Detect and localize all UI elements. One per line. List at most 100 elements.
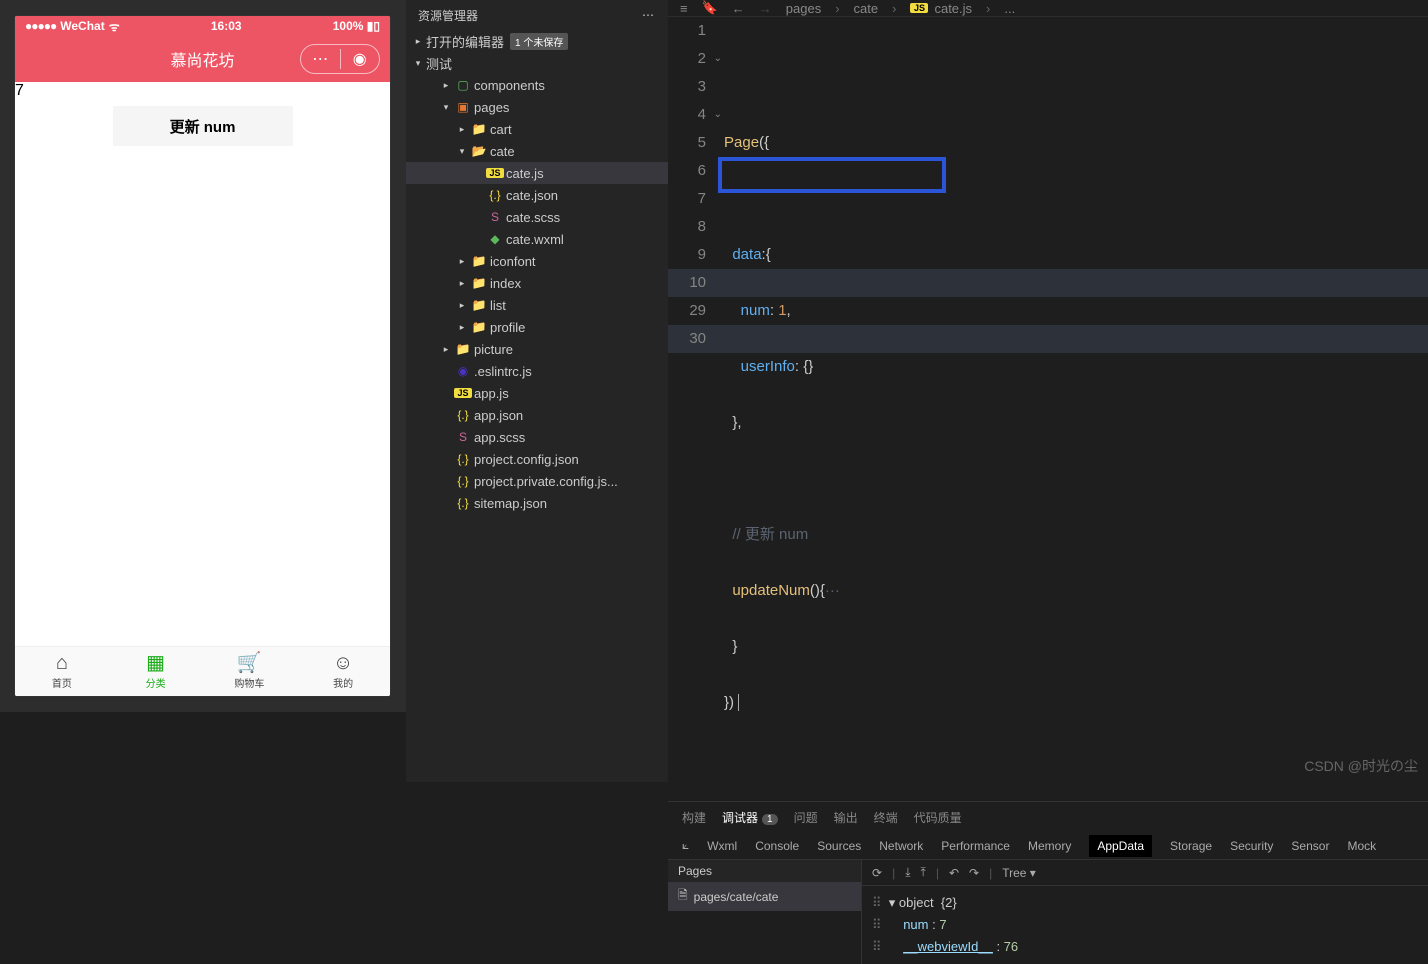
sync-down-icon[interactable]: ⤓ bbox=[905, 865, 910, 880]
battery-icon: ▮▯ bbox=[367, 19, 380, 33]
dtab-console[interactable]: Console bbox=[755, 835, 799, 857]
tree-item-app-scss[interactable]: Sapp.scss bbox=[406, 426, 668, 448]
tab-cart[interactable]: 🛒购物车 bbox=[203, 647, 297, 696]
chevron-icon: ▸ bbox=[454, 300, 470, 311]
tab-mine[interactable]: ☺我的 bbox=[296, 647, 390, 696]
category-icon: ▦ bbox=[146, 653, 165, 673]
chevron-icon: ▾ bbox=[454, 146, 470, 157]
crumb-pages[interactable]: pages bbox=[786, 1, 821, 16]
scss-icon: S bbox=[486, 210, 504, 224]
file-tree: ▸ 打开的编辑器 1 个未保存 ▾ 测试 ▸▢components▾▣pages… bbox=[406, 30, 668, 514]
json-icon: {.} bbox=[454, 408, 472, 422]
tab-debugger[interactable]: 调试器1 bbox=[722, 809, 778, 826]
open-editors-section[interactable]: ▸ 打开的编辑器 1 个未保存 bbox=[406, 30, 668, 52]
chevron-icon: ▾ bbox=[438, 102, 454, 113]
tree-item-app-js[interactable]: JSapp.js bbox=[406, 382, 668, 404]
editor-topbar: ≡ 🔖 ← → pages› cate› JScate.js› ... bbox=[668, 0, 1428, 17]
dtab-wxml[interactable]: Wxml bbox=[707, 835, 737, 857]
list-icon[interactable]: ≡ bbox=[680, 1, 688, 16]
tree-item-index[interactable]: ▸📁index bbox=[406, 272, 668, 294]
inspect-icon[interactable]: ⟀ bbox=[682, 838, 689, 853]
tab-home[interactable]: ⌂首页 bbox=[15, 647, 109, 696]
back-icon[interactable]: ← bbox=[732, 1, 745, 16]
bottom-tabs: 构建 调试器1 问题 输出 终端 代码质量 bbox=[668, 802, 1428, 832]
tree-item-project-private-config-js-[interactable]: {.}project.private.config.js... bbox=[406, 470, 668, 492]
forward-icon[interactable]: → bbox=[759, 1, 772, 16]
tab-build[interactable]: 构建 bbox=[682, 809, 706, 826]
tree-item-app-json[interactable]: {.}app.json bbox=[406, 404, 668, 426]
tree-item-components[interactable]: ▸▢components bbox=[406, 74, 668, 96]
dtab-network[interactable]: Network bbox=[879, 835, 923, 857]
grip-icon[interactable]: ⠿ bbox=[872, 917, 882, 932]
grip-icon[interactable]: ⠿ bbox=[872, 895, 882, 910]
dtab-mock[interactable]: Mock bbox=[1347, 835, 1376, 857]
code-content[interactable]: Page({ data:{ num: 1, userInfo: {} }, //… bbox=[724, 17, 1428, 801]
editor-area: ≡ 🔖 ← → pages› cate› JScate.js› ... 12⌄3… bbox=[668, 0, 1428, 782]
status-battery: 100% ▮▯ bbox=[333, 19, 380, 33]
explorer-more-icon[interactable]: ⋯ bbox=[642, 8, 656, 22]
sim-frame: ●●●●● WeChatᯤ 16:03 100% ▮▯ 慕尚花坊 ⋯ ◉ 7 更… bbox=[15, 16, 390, 696]
view-mode-select[interactable]: Tree ▾ bbox=[1002, 866, 1036, 880]
dtab-sensor[interactable]: Sensor bbox=[1291, 835, 1329, 857]
crumb-cate[interactable]: cate bbox=[854, 1, 879, 16]
tree-item-profile[interactable]: ▸📁profile bbox=[406, 316, 668, 338]
tab-output[interactable]: 输出 bbox=[834, 809, 858, 826]
update-num-button[interactable]: 更新 num bbox=[113, 106, 293, 146]
status-time: 16:03 bbox=[211, 19, 242, 33]
chevron-icon: ▸ bbox=[438, 344, 454, 355]
grip-icon[interactable]: ⠿ bbox=[872, 939, 882, 954]
undo-icon[interactable]: ↶ bbox=[949, 866, 959, 880]
dtab-security[interactable]: Security bbox=[1230, 835, 1273, 857]
capsule-close-icon[interactable]: ◉ bbox=[341, 49, 380, 69]
fold-icon[interactable]: ⌄ bbox=[714, 101, 722, 129]
folder-icon: 📁 bbox=[470, 122, 488, 136]
dtab-sources[interactable]: Sources bbox=[817, 835, 861, 857]
crumb-file[interactable]: JScate.js bbox=[910, 1, 972, 16]
tab-category[interactable]: ▦分类 bbox=[109, 647, 203, 696]
tab-bar: ⌂首页 ▦分类 🛒购物车 ☺我的 bbox=[15, 646, 390, 696]
dtab-storage[interactable]: Storage bbox=[1170, 835, 1212, 857]
tree-item-list[interactable]: ▸📁list bbox=[406, 294, 668, 316]
tree-item-project-config-json[interactable]: {.}project.config.json bbox=[406, 448, 668, 470]
crumb-trail: ... bbox=[1004, 1, 1015, 16]
tree-item-cate-json[interactable]: {.}cate.json bbox=[406, 184, 668, 206]
dtab-appdata[interactable]: AppData bbox=[1089, 835, 1152, 857]
chevron-icon: ▸ bbox=[454, 278, 470, 289]
folder-icon: 📁 bbox=[454, 342, 472, 356]
folder-icon: 📁 bbox=[470, 276, 488, 290]
tree-item-cate-js[interactable]: JScate.js bbox=[406, 162, 668, 184]
tab-terminal[interactable]: 终端 bbox=[874, 809, 898, 826]
dtab-performance[interactable]: Performance bbox=[941, 835, 1010, 857]
dtab-memory[interactable]: Memory bbox=[1028, 835, 1071, 857]
sync-up-icon[interactable]: ⤒ bbox=[921, 865, 926, 880]
pages-icon: ▣ bbox=[454, 100, 472, 114]
tab-problems[interactable]: 问题 bbox=[794, 809, 818, 826]
tree-item--eslintrc-js[interactable]: ◉.eslintrc.js bbox=[406, 360, 668, 382]
status-bar: ●●●●● WeChatᯤ 16:03 100% ▮▯ bbox=[15, 16, 390, 36]
tree-item-cart[interactable]: ▸📁cart bbox=[406, 118, 668, 140]
tree-item-pages[interactable]: ▾▣pages bbox=[406, 96, 668, 118]
appdata-tree[interactable]: ⠿ ▾ object {2} ⠿ num : 7 ⠿ __webviewId__… bbox=[862, 886, 1428, 964]
tree-item-cate-scss[interactable]: Scate.scss bbox=[406, 206, 668, 228]
capsule-menu-icon[interactable]: ⋯ bbox=[301, 49, 341, 69]
signal-icon: ●●●●● bbox=[25, 19, 56, 33]
appdata-column: ⟳ | ⤓ ⤒ | ↶ ↷ | Tree ▾ ⠿ ▾ object {2} ⠿ … bbox=[862, 860, 1428, 964]
simulator-panel: ●●●●● WeChatᯤ 16:03 100% ▮▯ 慕尚花坊 ⋯ ◉ 7 更… bbox=[0, 0, 406, 712]
json-icon: {.} bbox=[454, 496, 472, 510]
bookmark-icon[interactable]: 🔖 bbox=[702, 0, 718, 16]
fold-icon[interactable]: ⌄ bbox=[714, 45, 722, 73]
tree-item-cate[interactable]: ▾📂cate bbox=[406, 140, 668, 162]
tree-item-iconfont[interactable]: ▸📁iconfont bbox=[406, 250, 668, 272]
chevron-icon: ▸ bbox=[454, 322, 470, 333]
cart-icon: 🛒 bbox=[237, 653, 262, 673]
tab-quality[interactable]: 代码质量 bbox=[914, 809, 962, 826]
page-row-active[interactable]: 🗎pages/cate/cate bbox=[668, 882, 861, 911]
redo-icon[interactable]: ↷ bbox=[969, 866, 979, 880]
tree-item-picture[interactable]: ▸📁picture bbox=[406, 338, 668, 360]
eslint-icon: ◉ bbox=[454, 364, 472, 378]
refresh-icon[interactable]: ⟳ bbox=[872, 866, 882, 880]
code-editor[interactable]: 12⌄34⌄56789102930 Page({ data:{ num: 1, … bbox=[668, 17, 1428, 801]
tree-item-sitemap-json[interactable]: {.}sitemap.json bbox=[406, 492, 668, 514]
project-root[interactable]: ▾ 测试 bbox=[406, 52, 668, 74]
tree-item-cate-wxml[interactable]: ◆cate.wxml bbox=[406, 228, 668, 250]
